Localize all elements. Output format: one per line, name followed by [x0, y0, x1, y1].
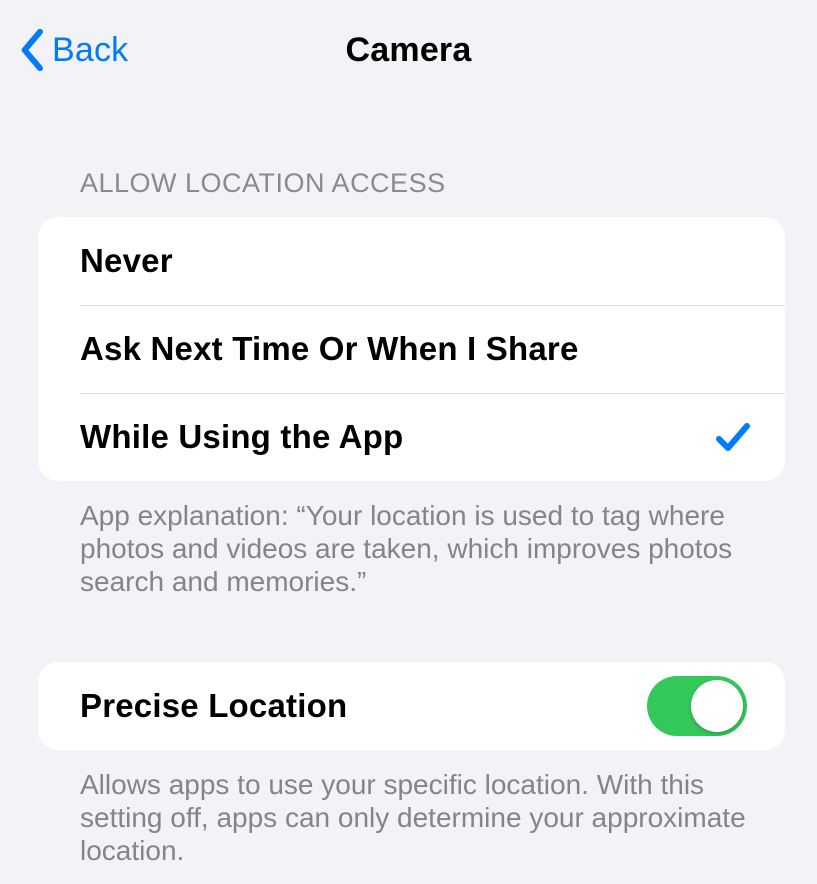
- checkmark-icon: [711, 415, 755, 459]
- location-option-never[interactable]: Never: [38, 217, 785, 305]
- navigation-bar: Back Camera: [0, 0, 817, 100]
- chevron-left-icon: [20, 29, 46, 71]
- row-label: While Using the App: [80, 418, 711, 456]
- location-access-group: Never Ask Next Time Or When I Share Whil…: [38, 217, 785, 481]
- toggle-knob: [691, 680, 743, 732]
- precise-location-group: Precise Location: [38, 662, 785, 750]
- back-label: Back: [52, 31, 128, 70]
- content-area: Allow Location Access Never Ask Next Tim…: [0, 100, 817, 867]
- row-label: Never: [80, 242, 743, 280]
- row-label: Ask Next Time Or When I Share: [80, 330, 743, 368]
- precise-location-row[interactable]: Precise Location: [38, 662, 785, 750]
- location-option-while-using[interactable]: While Using the App: [38, 393, 785, 481]
- section-footer-precise-location: Allows apps to use your specific locatio…: [38, 750, 785, 867]
- section-footer-location-access: App explanation: “Your location is used …: [38, 481, 785, 598]
- back-button[interactable]: Back: [20, 29, 128, 71]
- group-spacer: [38, 598, 785, 662]
- row-label: Precise Location: [80, 687, 647, 725]
- precise-location-toggle[interactable]: [647, 676, 747, 736]
- section-header-location-access: Allow Location Access: [38, 100, 785, 217]
- page-title: Camera: [346, 31, 472, 70]
- location-option-ask-next-time[interactable]: Ask Next Time Or When I Share: [38, 305, 785, 393]
